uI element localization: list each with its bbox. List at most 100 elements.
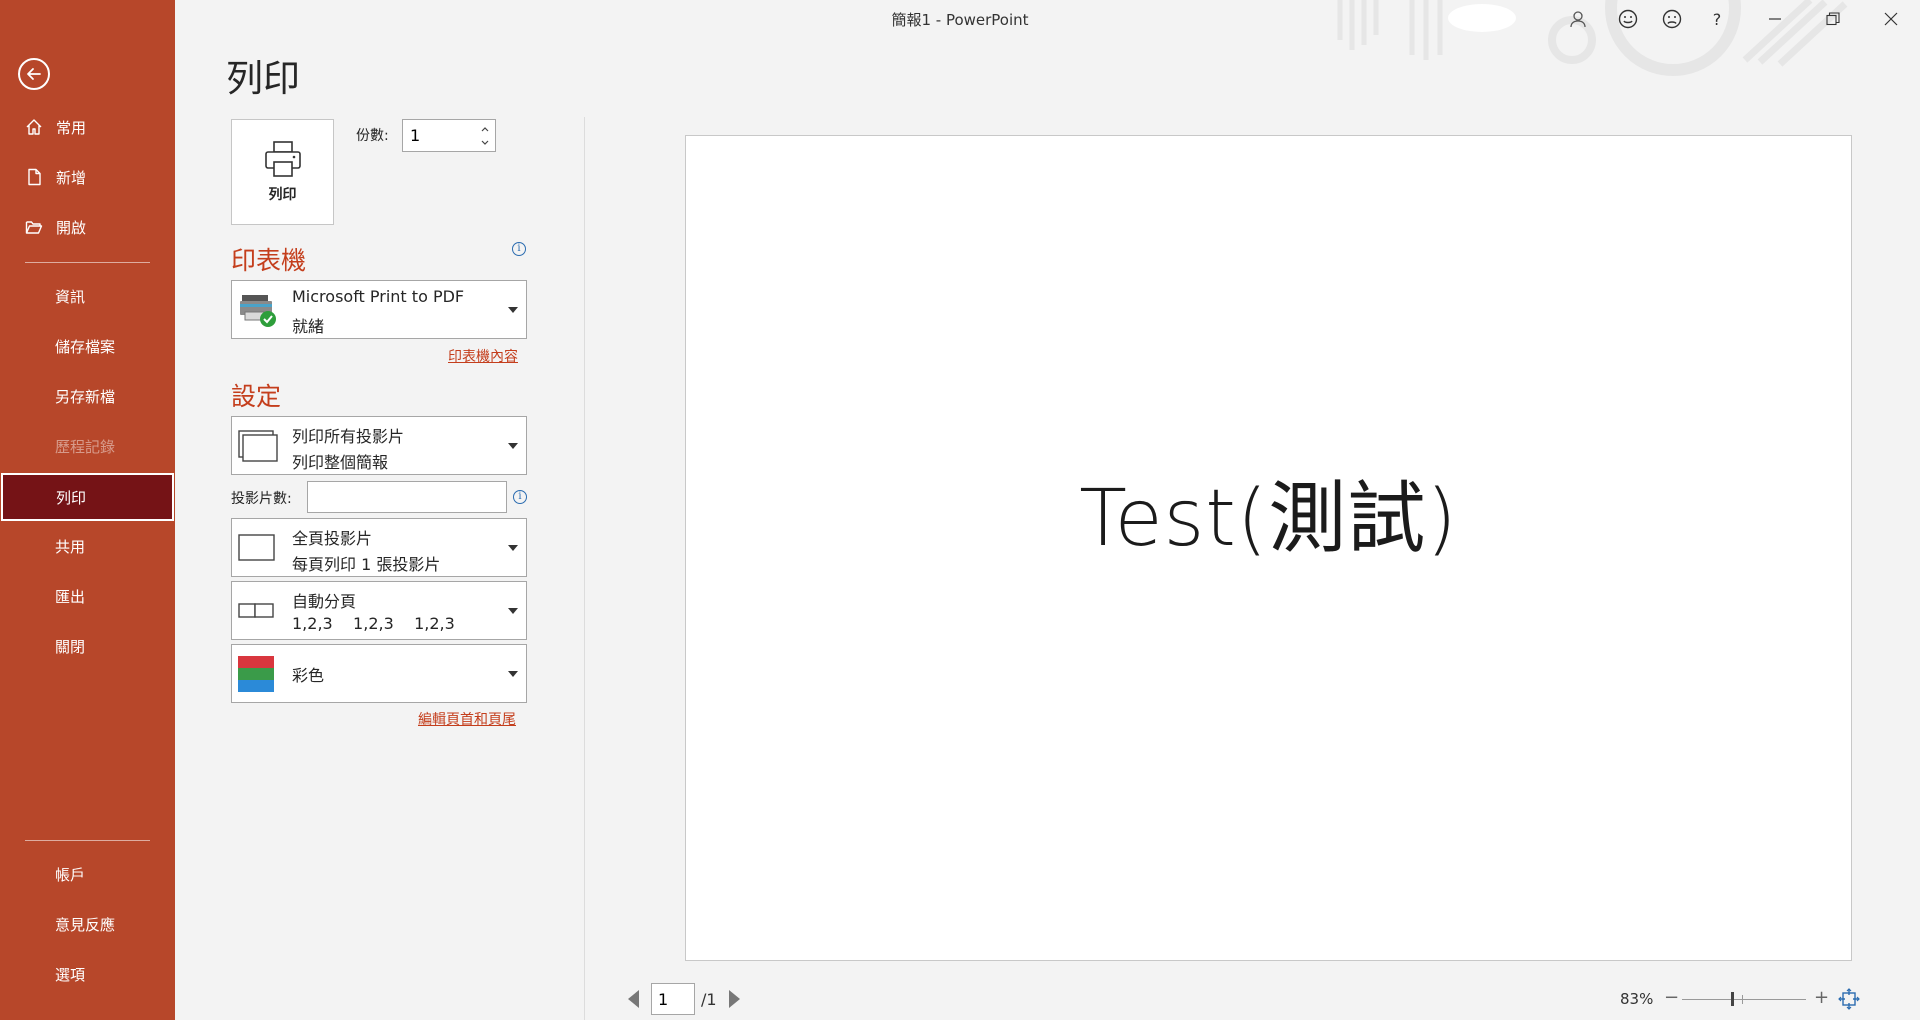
zoom-percent[interactable]: 83% (1620, 990, 1653, 1008)
nav-item-print[interactable]: 列印 (1, 473, 174, 521)
back-button[interactable] (18, 58, 50, 90)
slide-title-text: Test(測試) (1079, 474, 1458, 564)
layout-dropdown[interactable]: 全頁投影片 每頁列印 1 張投影片 (231, 518, 527, 577)
zoom-slider-thumb[interactable] (1730, 992, 1734, 1006)
collation-secondary: 1,2,3 1,2,3 1,2,3 (292, 614, 455, 633)
nav-item-label: 匯出 (55, 587, 86, 606)
printer-properties-link[interactable]: 印表機內容 (448, 346, 518, 366)
home-icon (22, 117, 46, 137)
color-dropdown[interactable]: 彩色 (231, 644, 527, 703)
chevron-down-icon (481, 140, 489, 145)
zoom-slider-midmark (1742, 995, 1743, 1004)
new-doc-icon (22, 167, 46, 187)
copies-input[interactable] (403, 120, 475, 151)
minimize-icon[interactable] (1764, 8, 1786, 30)
slides-label: 投影片數: (231, 491, 292, 507)
zoom-to-page-button[interactable] (1838, 988, 1860, 1010)
window-title: 簡報1 - PowerPoint (891, 11, 1029, 29)
printer-icon (264, 141, 301, 177)
close-icon[interactable] (1880, 8, 1902, 30)
color-mode: 彩色 (292, 665, 325, 685)
help-icon[interactable]: ? (1706, 8, 1728, 30)
nav-item-label: 歷程記錄 (55, 437, 116, 456)
printer-status: 就緒 (292, 317, 325, 336)
page-navigator: /1 (628, 983, 740, 1015)
print-button-label: 列印 (268, 187, 297, 203)
folder-open-icon (22, 217, 46, 237)
nav-item-label: 關閉 (55, 637, 86, 656)
caret-down-icon (508, 607, 518, 614)
account-icon[interactable] (1567, 8, 1589, 30)
page-number-input[interactable] (651, 983, 695, 1015)
slide-range-secondary: 列印整個簡報 (292, 453, 389, 472)
slide-range-primary: 列印所有投影片 (292, 427, 405, 446)
panel-divider (584, 117, 585, 1020)
smile-icon[interactable] (1617, 8, 1639, 30)
printer-name: Microsoft Print to PDF (292, 287, 465, 306)
slides-input[interactable] (307, 481, 507, 513)
copies-decrement-button[interactable] (477, 136, 493, 150)
restore-icon[interactable] (1822, 8, 1844, 30)
color-swatch-icon (238, 655, 274, 692)
nav-item-account[interactable]: 帳戶 (0, 851, 175, 897)
zoom-out-button[interactable]: − (1664, 987, 1679, 1008)
print-button[interactable]: 列印 (231, 119, 334, 225)
arrow-left-icon (27, 68, 41, 80)
copies-increment-button[interactable] (477, 122, 493, 136)
nav-item-history: 歷程記錄 (0, 423, 175, 469)
title-bar: 簡報1 - PowerPoint ? (175, 0, 1920, 76)
fit-to-window-icon (1838, 988, 1860, 1010)
caret-down-icon (508, 442, 518, 449)
zoom-control: 83% − + (1620, 986, 1920, 1012)
page-title: 列印 (226, 57, 300, 100)
nav-item-new[interactable]: 新增 (0, 154, 175, 200)
nav-item-open[interactable]: 開啟 (0, 204, 175, 250)
printer-ready-icon (238, 292, 278, 328)
nav-item-info[interactable]: 資訊 (0, 273, 175, 319)
zoom-in-button[interactable]: + (1814, 987, 1829, 1008)
print-preview-slide: Test(測試) (685, 135, 1852, 961)
nav-item-close[interactable]: 關閉 (0, 623, 175, 669)
printer-dropdown[interactable]: Microsoft Print to PDF 就緒 (231, 280, 527, 339)
nav-item-home[interactable]: 常用 (0, 104, 175, 150)
nav-item-label: 常用 (56, 118, 87, 137)
nav-item-feedback[interactable]: 意見反應 (0, 901, 175, 947)
settings-heading: 設定 (231, 382, 282, 411)
next-page-button[interactable] (728, 990, 740, 1008)
nav-item-label: 共用 (55, 537, 86, 556)
copies-label: 份數: (356, 128, 389, 144)
chevron-up-icon (481, 127, 489, 132)
frown-icon[interactable] (1661, 8, 1683, 30)
slide-range-dropdown[interactable]: 列印所有投影片 列印整個簡報 (231, 416, 527, 475)
collation-dropdown[interactable]: 自動分頁 1,2,3 1,2,3 1,2,3 (231, 581, 527, 640)
page-total: /1 (701, 989, 717, 1009)
nav-item-label: 意見反應 (55, 915, 116, 934)
nav-divider (25, 262, 150, 263)
collation-primary: 自動分頁 (292, 592, 357, 611)
nav-item-save[interactable]: 儲存檔案 (0, 323, 175, 369)
collated-pages-icon (238, 601, 278, 621)
nav-divider (25, 840, 150, 841)
info-icon[interactable]: i (513, 490, 527, 504)
nav-item-label: 另存新檔 (55, 387, 116, 406)
printer-heading: 印表機 (231, 246, 307, 275)
backstage-nav: 常用 新增 開啟 資訊 儲存檔案 另存新檔 歷程記錄 列印 共用 匯出 關閉 帳… (0, 0, 175, 1020)
nav-item-export[interactable]: 匯出 (0, 573, 175, 619)
slides-stack-icon (238, 429, 278, 462)
nav-item-save-as[interactable]: 另存新檔 (0, 373, 175, 419)
edit-header-footer-link[interactable]: 編輯頁首和頁尾 (418, 709, 516, 729)
zoom-slider-track[interactable] (1682, 999, 1806, 1000)
powerpoint-window: 常用 新增 開啟 資訊 儲存檔案 另存新檔 歷程記錄 列印 共用 匯出 關閉 帳… (0, 0, 1920, 1020)
nav-item-share[interactable]: 共用 (0, 523, 175, 569)
nav-item-label: 選項 (55, 965, 86, 984)
nav-item-label: 新增 (56, 168, 87, 187)
info-icon[interactable]: i (512, 242, 526, 256)
layout-secondary: 每頁列印 1 張投影片 (292, 555, 441, 574)
nav-item-options[interactable]: 選項 (0, 951, 175, 997)
caret-down-icon (508, 670, 518, 677)
nav-item-label: 資訊 (55, 287, 86, 306)
previous-page-button[interactable] (628, 990, 639, 1008)
layout-primary: 全頁投影片 (292, 529, 373, 548)
nav-item-label: 帳戶 (55, 865, 86, 884)
caret-down-icon (508, 306, 518, 313)
